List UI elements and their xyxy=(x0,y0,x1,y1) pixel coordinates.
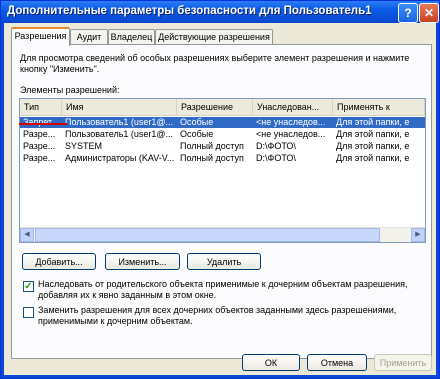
tab-audit[interactable]: Аудит xyxy=(70,29,108,44)
cell-inherited: D:\ФОТО\ xyxy=(256,141,296,151)
cell-apply-to: Для этой папки, е xyxy=(336,129,410,139)
cell-apply-to: Для этой папки, е xyxy=(336,141,410,151)
cell-inherited: D:\ФОТО\ xyxy=(256,153,296,163)
cell-type: Разре... xyxy=(23,153,56,163)
title-bar[interactable]: Дополнительные параметры безопасности дл… xyxy=(1,1,439,23)
cell-type: Разре... xyxy=(23,141,56,151)
cell-name: Администраторы (KAV-V... xyxy=(65,153,175,163)
scroll-thumb[interactable] xyxy=(35,228,380,242)
scroll-right-icon[interactable]: ▶ xyxy=(411,228,425,242)
column-header-inherited[interactable]: Унаследован... xyxy=(253,99,333,115)
horizontal-scrollbar[interactable]: ◀ ▶ xyxy=(20,227,425,242)
remove-button[interactable]: Удалить xyxy=(187,253,261,270)
column-header-apply-to[interactable]: Применять к xyxy=(333,99,425,115)
help-button[interactable]: ? xyxy=(398,3,418,23)
replace-checkbox[interactable] xyxy=(23,307,34,318)
apply-button[interactable]: Применить xyxy=(374,354,432,371)
dialog-client: Разрешения Аудит Владелец Действующие ра… xyxy=(4,23,436,375)
permissions-list[interactable]: Тип Имя Разрешение Унаследован... Примен… xyxy=(19,98,426,243)
tab-permissions[interactable]: Разрешения xyxy=(11,27,70,46)
add-button[interactable]: Добавить... xyxy=(22,253,96,270)
inherit-checkbox[interactable]: ✓ xyxy=(23,281,34,292)
cell-permission: Особые xyxy=(180,117,214,127)
table-row[interactable]: Запрет... Пользователь1 (user1@... Особы… xyxy=(20,117,425,128)
tab-owner[interactable]: Владелец xyxy=(108,29,155,44)
column-header-permission[interactable]: Разрешение xyxy=(177,99,253,115)
list-header: Тип Имя Разрешение Унаследован... Примен… xyxy=(20,99,425,116)
column-header-name[interactable]: Имя xyxy=(62,99,177,115)
cell-permission: Полный доступ xyxy=(180,153,244,163)
cell-inherited: <не унаследов... xyxy=(256,117,326,127)
replace-checkbox-label: Заменить разрешения для всех дочерних об… xyxy=(38,305,397,326)
cell-type: Разре... xyxy=(23,129,56,139)
tab-effective-permissions[interactable]: Действующие разрешения xyxy=(155,29,273,44)
table-row[interactable]: Разре... Пользователь1 (user1@... Особые… xyxy=(20,129,425,140)
cell-name: SYSTEM xyxy=(65,141,103,151)
elements-label: Элементы разрешений: xyxy=(20,85,120,95)
dialog-window: Дополнительные параметры безопасности дл… xyxy=(0,0,440,379)
cell-inherited: <не унаследов... xyxy=(256,129,326,139)
column-header-type[interactable]: Тип xyxy=(20,99,62,115)
cell-permission: Полный доступ xyxy=(180,141,244,151)
cell-apply-to: Для этой папки, е xyxy=(336,117,410,127)
cell-permission: Особые xyxy=(180,129,214,139)
cell-name: Пользователь1 (user1@... xyxy=(65,117,174,127)
edit-button[interactable]: Изменить... xyxy=(105,253,180,270)
cancel-button[interactable]: Отмена xyxy=(307,354,367,371)
cell-apply-to: Для этой папки, е xyxy=(336,153,410,163)
cell-name: Пользователь1 (user1@... xyxy=(65,129,174,139)
close-button[interactable]: ✕ xyxy=(419,3,439,23)
inherit-checkbox-label: Наследовать от родительского объекта при… xyxy=(38,279,408,300)
ok-button[interactable]: ОК xyxy=(242,354,300,371)
permissions-panel: Для просмотра сведений об особых разреше… xyxy=(11,44,432,359)
table-row[interactable]: Разре... Администраторы (KAV-V... Полный… xyxy=(20,153,425,164)
description-text: Для просмотра сведений об особых разреше… xyxy=(20,53,410,74)
red-underline-annotation xyxy=(19,123,67,125)
table-row[interactable]: Разре... SYSTEM Полный доступ D:\ФОТО\ Д… xyxy=(20,141,425,152)
window-title: Дополнительные параметры безопасности дл… xyxy=(7,5,372,17)
scroll-left-icon[interactable]: ◀ xyxy=(20,228,34,242)
